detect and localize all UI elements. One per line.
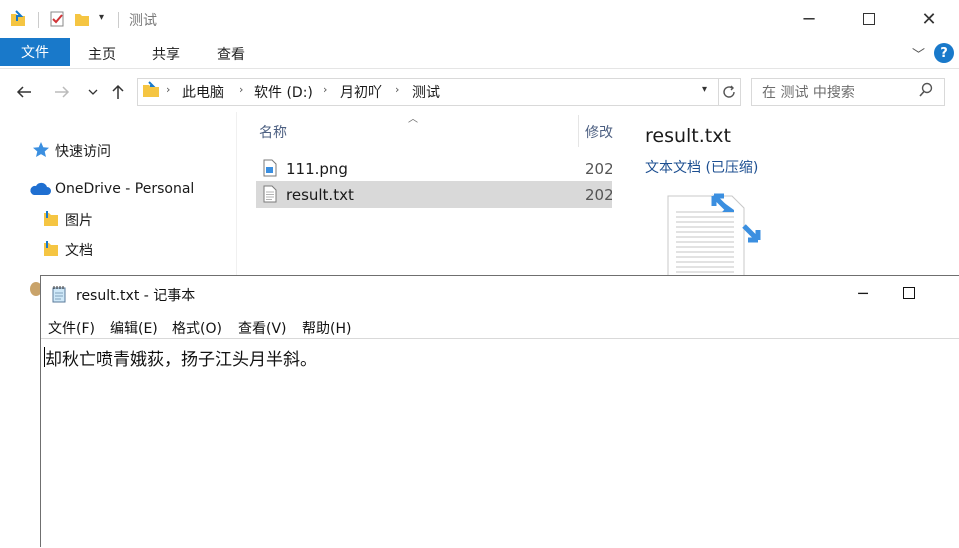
file-date: 202 — [585, 186, 612, 204]
forward-arrow-icon — [55, 86, 70, 98]
folder-location-icon — [143, 81, 159, 97]
tab-home[interactable]: 主页 — [88, 44, 116, 64]
file-row-selected[interactable]: result.txt 202 — [256, 181, 612, 208]
search-input[interactable]: 在 测试 中搜索 — [762, 82, 855, 102]
tab-view[interactable]: 查看 — [217, 44, 245, 64]
breadcrumb-separator[interactable]: › — [239, 83, 243, 96]
menu-edit[interactable]: 编辑(E) — [110, 318, 158, 338]
nav-item-documents[interactable]: 文档 — [65, 240, 93, 260]
navigation-pane — [0, 112, 237, 282]
back-button[interactable] — [13, 82, 35, 102]
notepad-window[interactable]: result.txt - 记事本 ─ 文件(F) 编辑(E) 格式(O) 查看(… — [40, 275, 959, 547]
menu-help[interactable]: 帮助(H) — [302, 318, 351, 338]
file-row[interactable]: 111.png 202 — [256, 155, 612, 182]
tab-share[interactable]: 共享 — [152, 44, 180, 64]
help-button[interactable]: ? — [934, 43, 954, 63]
notepad-menu-bar: 文件(F) 编辑(E) 格式(O) 查看(V) 帮助(H) — [41, 314, 959, 338]
breadcrumb-current[interactable]: 测试 — [412, 82, 440, 102]
maximize-button[interactable] — [846, 0, 892, 38]
text-file-icon — [263, 185, 277, 203]
folder-icon — [44, 241, 58, 256]
compressed-text-file-icon — [667, 193, 761, 282]
column-divider[interactable] — [578, 115, 579, 147]
breadcrumb-separator[interactable]: › — [323, 83, 327, 96]
explorer-app-icon[interactable] — [10, 10, 26, 28]
file-date: 202 — [585, 160, 612, 178]
preview-file-type: 文本文档 (已压缩) — [645, 160, 759, 176]
minimize-button[interactable]: ─ — [786, 0, 832, 38]
image-file-icon — [263, 159, 277, 177]
folder-icon — [44, 211, 58, 226]
menu-file[interactable]: 文件(F) — [48, 318, 95, 338]
notepad-content[interactable]: 却秋亡喷青娥荻，扬子江头月半斜。 — [45, 345, 317, 370]
sort-ascending-icon: ︿ — [408, 114, 418, 125]
qa-divider — [118, 12, 119, 28]
up-arrow-icon — [112, 84, 124, 99]
search-icon[interactable] — [919, 82, 933, 98]
column-header-modified[interactable]: 修改 — [585, 122, 613, 142]
file-name: result.txt — [286, 186, 354, 204]
expand-ribbon-chevron-icon[interactable]: ﹀ — [912, 44, 925, 63]
menu-format[interactable]: 格式(O) — [172, 318, 222, 338]
notepad-minimize-button[interactable]: ─ — [840, 276, 886, 310]
back-arrow-icon — [16, 86, 31, 98]
cloud-icon — [30, 182, 51, 195]
maximize-icon — [863, 13, 875, 25]
star-icon — [33, 142, 49, 157]
new-folder-icon[interactable] — [74, 10, 90, 28]
customize-qa-chevron-icon[interactable]: ▾ — [99, 12, 104, 23]
breadcrumb-drive-d[interactable]: 软件 (D:) — [254, 82, 313, 102]
window-title: 测试 — [129, 13, 157, 29]
notepad-maximize-button[interactable] — [886, 276, 932, 310]
column-header-name[interactable]: 名称 — [259, 122, 287, 142]
recent-locations-button[interactable] — [82, 82, 104, 102]
menu-view[interactable]: 查看(V) — [238, 318, 287, 338]
file-name: 111.png — [286, 160, 348, 178]
properties-icon[interactable] — [49, 10, 65, 28]
preview-file-name: result.txt — [645, 125, 731, 147]
tab-file[interactable]: 文件 — [0, 38, 70, 66]
breadcrumb-separator[interactable]: › — [395, 83, 399, 96]
maximize-icon — [903, 287, 915, 299]
qa-divider — [38, 12, 39, 28]
breadcrumb-separator[interactable]: › — [166, 83, 170, 96]
notepad-title: result.txt - 记事本 — [76, 288, 196, 304]
close-button[interactable]: ✕ — [906, 0, 952, 38]
up-button[interactable] — [107, 82, 129, 102]
address-dropdown-icon[interactable]: ▾ — [702, 84, 707, 95]
notepad-text-area[interactable]: 却秋亡喷青娥荻，扬子江头月半斜。 — [41, 338, 959, 548]
ribbon-bar — [0, 38, 959, 69]
nav-item-onedrive[interactable]: OneDrive - Personal — [55, 181, 194, 197]
nav-item-quick-access[interactable]: 快速访问 — [55, 141, 111, 161]
nav-item-pictures[interactable]: 图片 — [65, 210, 93, 230]
refresh-button[interactable] — [718, 78, 741, 106]
refresh-icon — [723, 85, 735, 98]
breadcrumb-folder[interactable]: 月初吖 — [340, 82, 382, 102]
forward-button[interactable] — [51, 82, 73, 102]
notepad-icon[interactable] — [51, 285, 67, 303]
chevron-down-icon — [88, 89, 98, 95]
breadcrumb-this-pc[interactable]: 此电脑 — [182, 82, 224, 102]
